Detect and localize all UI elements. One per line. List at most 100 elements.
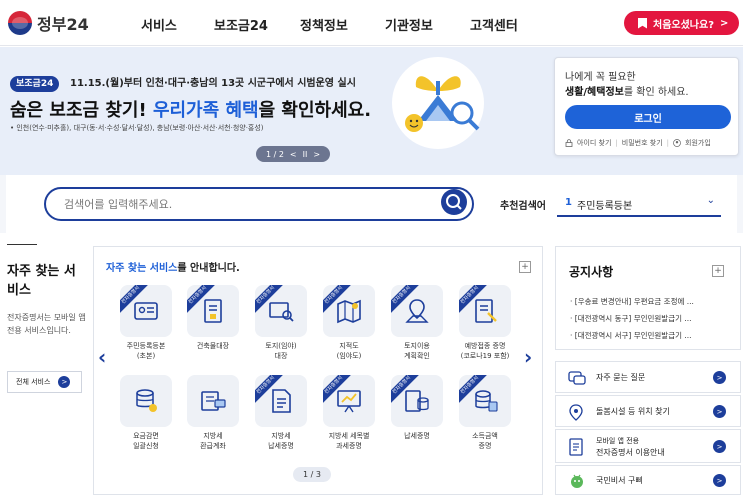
- service-tile-label: 지적도 (임야도): [336, 342, 362, 360]
- hero-pause-icon[interactable]: II: [303, 150, 308, 159]
- service-tile-icon: 전자증명서: [187, 285, 239, 337]
- services-heading-rest: 를 안내합니다.: [177, 263, 240, 274]
- tax-document-icon: [272, 389, 291, 413]
- arrow-right-icon: >: [58, 376, 71, 388]
- id-card-icon: [134, 302, 158, 320]
- quick-link-location[interactable]: 돌봄시설 등 위치 찾기 >: [555, 395, 741, 427]
- hero-pager: 1 / 2 < II >: [256, 146, 330, 162]
- lock-icon: [565, 139, 573, 147]
- service-tile-label: 납세증명: [404, 432, 430, 440]
- service-tile[interactable]: 전자증명서 예방접종 증명 (코로나19 포함): [455, 285, 515, 361]
- assistant-label: 국민비서 구삐: [596, 476, 643, 485]
- arrow-right-icon: >: [713, 405, 726, 418]
- service-tile-icon: 전자증명서: [323, 375, 375, 427]
- recommended-keywords-label: 추천검색어: [500, 201, 546, 212]
- hero-pager-count: 1 / 2: [265, 149, 284, 159]
- all-services-button[interactable]: 전체 서비스 >: [7, 371, 82, 393]
- service-tile-label: 요금감면 일괄신청: [133, 432, 159, 450]
- arrow-right-icon: >: [713, 474, 726, 487]
- service-tile[interactable]: 전자증명서 토지(임야) 대장: [251, 285, 311, 361]
- service-tile[interactable]: 전자증명서 소득금액 증명: [455, 375, 515, 451]
- service-tile-icon: [187, 375, 239, 427]
- bookmark-icon: [638, 17, 647, 29]
- faq-label: 자주 묻는 질문: [596, 373, 646, 382]
- signup-link[interactable]: 회원가입: [685, 138, 711, 148]
- find-password-link[interactable]: 비밀번호 찾기: [622, 138, 663, 148]
- service-tile[interactable]: 요금감면 일괄신청: [116, 375, 176, 451]
- nav-item-policy[interactable]: 정책정보: [300, 15, 348, 34]
- quick-link-mobile-cert[interactable]: 모바일 앱 전용 전자증명서 이용안내 >: [555, 429, 741, 463]
- service-tile[interactable]: 전자증명서주민등록등본 (초본): [116, 285, 176, 361]
- arrow-right-icon: >: [713, 371, 726, 384]
- chevron-down-icon: ⌄: [706, 195, 715, 206]
- chevron-right-icon: >: [720, 17, 729, 29]
- notice-item[interactable]: · [대전광역시 동구] 무인민원발급기 ...: [570, 310, 732, 327]
- all-services-label: 전체 서비스: [16, 378, 51, 386]
- login-intro-line2: 생활/혜택정보를 확인 하세요.: [565, 83, 689, 98]
- land-register-icon: [269, 302, 294, 322]
- search-icon: [446, 194, 462, 210]
- notice-panel: 공지사항 + · [우송료 변경안내] 우편요금 조정에 ... · [대전광역…: [555, 246, 741, 350]
- nav-item-agency[interactable]: 기관정보: [385, 15, 433, 34]
- mobile-cert-label-2: 전자증명서 이용안내: [596, 448, 665, 457]
- service-tile[interactable]: 전자증명서 건축물대장: [183, 285, 243, 351]
- service-tile-icon: 전자증명서: [459, 375, 511, 427]
- login-intro-line1: 나에게 꼭 필요한: [565, 72, 636, 83]
- hero-region-list: • 인천(연수·미추홀), 대구(동·서·수성·달서·달성), 충남(보령·아산…: [10, 124, 264, 132]
- nav-item-subsidy24[interactable]: 보조금24: [214, 15, 268, 34]
- notice-item-text: [대전광역시 서구] 무인민원발급기 ...: [574, 331, 692, 340]
- tax-payment-icon: [405, 390, 429, 412]
- hero-title: 숨은 보조금 찾기! 우리가족 혜택을 확인하세요.: [10, 96, 371, 122]
- nav-item-services[interactable]: 서비스: [141, 15, 177, 34]
- notice-item[interactable]: · [우송료 변경안내] 우편요금 조정에 ...: [570, 293, 732, 310]
- service-tile[interactable]: 전자증명서지적도 (임야도): [319, 285, 379, 361]
- hero-notice: 11.15.(월)부터 인천·대구·충남의 13곳 시군구에서 시범운영 실시: [70, 78, 356, 89]
- login-button[interactable]: 로그인: [565, 105, 731, 129]
- subsidy-illustration-icon: [392, 57, 484, 149]
- service-tile-label: 주민등록등본 (초본): [126, 342, 166, 360]
- hero-next-icon[interactable]: >: [313, 150, 320, 159]
- tax-chart-icon: [337, 390, 361, 413]
- service-tile-label: 토지이용 계획확인: [404, 342, 430, 360]
- first-visit-button[interactable]: 처음오셨나요? >: [624, 11, 739, 35]
- search-input[interactable]: [64, 195, 434, 213]
- service-tile[interactable]: 전자증명서 지방세 납세증명: [251, 375, 311, 451]
- faq-icon: [568, 371, 586, 385]
- service-tile[interactable]: 전자증명서 지방세 세목별 과세증명: [319, 375, 379, 451]
- coin-stack-icon: [136, 389, 157, 412]
- services-pager: 1 / 3: [293, 467, 331, 482]
- map-icon: [337, 299, 361, 324]
- vaccine-document-icon: [475, 299, 497, 323]
- recommended-keyword: 주민등록등본: [577, 201, 633, 212]
- service-tile-label: 지방세 환급계좌: [200, 432, 226, 450]
- location-label: 돌봄시설 등 위치 찾기: [596, 407, 670, 416]
- notice-item[interactable]: · [대전광역시 서구] 무인민원발급기 ...: [570, 327, 732, 344]
- login-panel: 나에게 꼭 필요한 생활/혜택정보를 확인 하세요. 로그인 아이디 찾기 | …: [554, 57, 739, 156]
- service-tile-icon: 전자증명서: [120, 285, 172, 337]
- services-more-button[interactable]: +: [519, 261, 531, 273]
- notice-more-button[interactable]: +: [712, 265, 724, 277]
- service-tile[interactable]: 지방세 환급계좌: [183, 375, 243, 451]
- quick-link-faq[interactable]: 자주 묻는 질문 >: [555, 361, 741, 393]
- search-button[interactable]: [441, 189, 467, 215]
- hero-title-part: 을 확인하세요.: [258, 100, 372, 121]
- quick-link-assistant[interactable]: 국민비서 구삐 >: [555, 465, 741, 495]
- service-tile[interactable]: 전자증명서 토지이용 계획확인: [387, 285, 447, 361]
- recommended-rank: 1: [565, 197, 572, 208]
- service-tile-icon: 전자증명서: [323, 285, 375, 337]
- login-intro-bold: 생활/혜택정보: [565, 87, 624, 98]
- recommended-keyword-select[interactable]: 1 주민등록등본 ⌄: [557, 189, 721, 217]
- find-id-link[interactable]: 아이디 찾기: [577, 138, 611, 148]
- search-field[interactable]: [44, 187, 474, 221]
- hero-prev-icon[interactable]: <: [290, 150, 297, 159]
- income-icon: [475, 390, 498, 412]
- services-prev-icon[interactable]: ‹: [98, 345, 106, 369]
- login-intro-rest: 를 확인 하세요.: [623, 87, 689, 98]
- nav-item-customer-center[interactable]: 고객센터: [470, 15, 518, 34]
- gov24-logo[interactable]: 정부24: [8, 11, 89, 35]
- mobile-cert-label-1: 모바일 앱 전용: [596, 437, 640, 445]
- service-tile[interactable]: 전자증명서 납세증명: [387, 375, 447, 441]
- services-next-icon[interactable]: ›: [524, 345, 532, 369]
- land-use-icon: [405, 299, 429, 323]
- hero-title-highlight: 우리가족 혜택: [152, 100, 259, 121]
